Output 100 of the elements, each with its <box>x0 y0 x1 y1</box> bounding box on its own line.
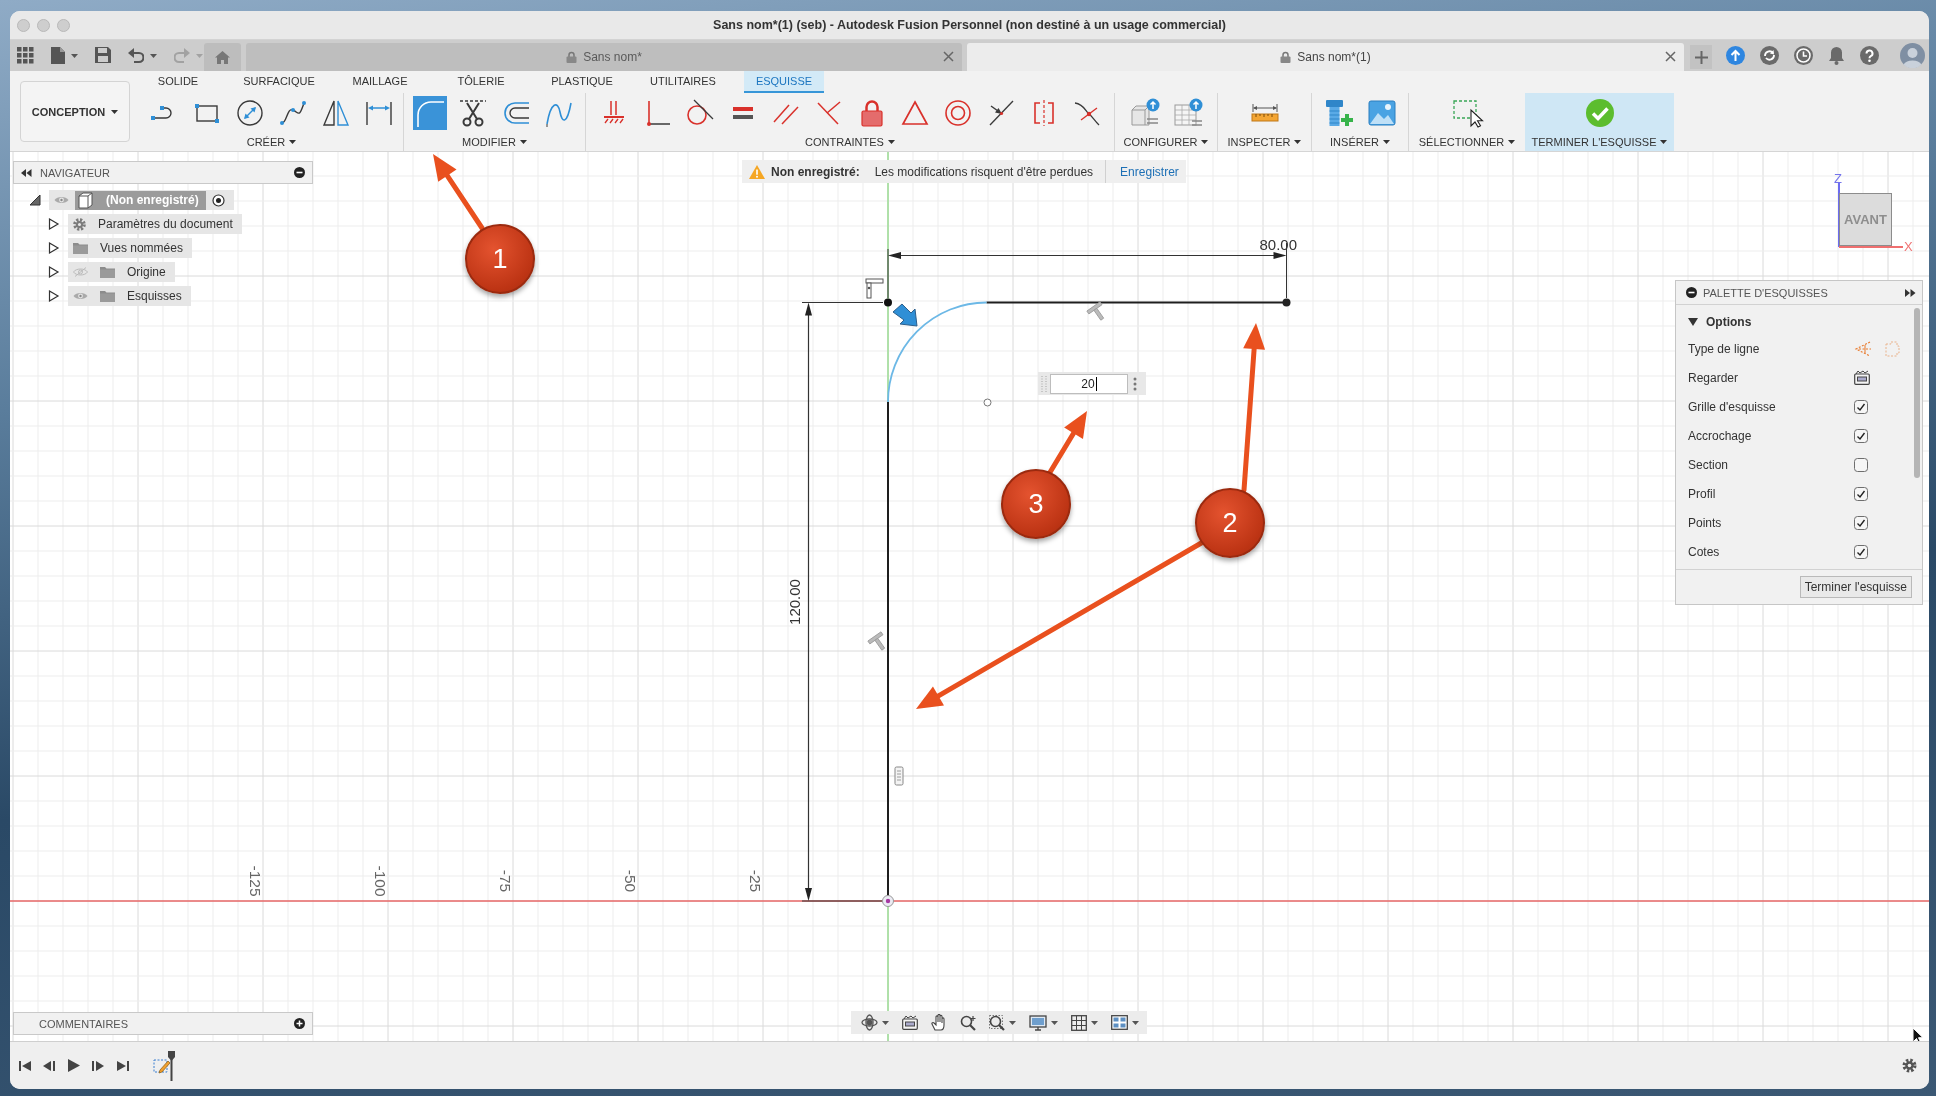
collapsed-triangle-icon[interactable] <box>48 266 60 278</box>
close-icon[interactable] <box>943 51 954 62</box>
collapsed-triangle-icon[interactable] <box>48 242 60 254</box>
grid-icon[interactable] <box>17 47 34 64</box>
dimension-value[interactable]: 120.00 <box>785 579 803 625</box>
new-tab-button[interactable] <box>1690 45 1712 69</box>
minus-circle-icon[interactable] <box>294 167 305 178</box>
play-icon[interactable] <box>68 1059 80 1072</box>
tool-group-menu[interactable]: SÉLECTIONNER <box>1418 132 1516 151</box>
caret-icon[interactable] <box>1132 1020 1139 1025</box>
checked-checkbox-icon[interactable] <box>1854 544 1868 559</box>
settings-icon[interactable] <box>1902 1058 1917 1073</box>
toolbar-tab[interactable]: UTILITAIRES <box>643 71 723 93</box>
undo-icon[interactable] <box>128 47 144 64</box>
caret-icon[interactable] <box>1294 139 1302 144</box>
caret-icon[interactable] <box>1091 1020 1098 1025</box>
folder-icon <box>73 242 88 254</box>
component-box-icon <box>78 191 93 209</box>
arc-center-point[interactable] <box>983 398 992 407</box>
step-back-icon[interactable] <box>43 1059 56 1072</box>
tree-item[interactable]: Origine <box>68 262 175 282</box>
toolbar-tab[interactable]: MAILLAGE <box>340 71 420 93</box>
tool-group-menu[interactable]: CONFIGURER <box>1123 132 1209 151</box>
caret-icon[interactable] <box>1508 139 1516 144</box>
caret-icon[interactable] <box>887 139 895 144</box>
caret-icon[interactable] <box>882 1020 889 1025</box>
collapsed-triangle-icon[interactable] <box>48 218 60 230</box>
collapsed-triangle-icon[interactable] <box>48 290 60 302</box>
origin-point[interactable] <box>882 895 894 907</box>
tree-item[interactable]: Esquisses <box>68 286 191 306</box>
drag-arrow-icon[interactable] <box>892 303 918 327</box>
section-toggle[interactable]: Options <box>1676 309 1912 334</box>
tool-group-menu[interactable]: CONTRAINTES <box>805 132 895 151</box>
look-at-icon[interactable] <box>902 1015 918 1030</box>
sync-icon[interactable] <box>1760 46 1779 65</box>
axis-tick-label: -50 <box>621 869 639 893</box>
tool-group-menu[interactable]: MODIFIER <box>462 132 527 151</box>
tool-group-menu[interactable]: INSÉRER <box>1330 132 1390 151</box>
caret-icon[interactable] <box>1051 1020 1058 1025</box>
caret-icon[interactable] <box>1009 1020 1016 1025</box>
expanded-triangle-icon[interactable] <box>29 194 41 206</box>
display-icon[interactable] <box>1029 1014 1047 1031</box>
skip-to-start-icon[interactable] <box>19 1059 31 1072</box>
clock-icon[interactable] <box>1794 46 1813 65</box>
skip-to-end-icon[interactable] <box>117 1059 129 1072</box>
toolbar-tab[interactable]: SURFACIQUE <box>239 71 319 93</box>
close-icon[interactable] <box>1665 51 1676 62</box>
expand-arrows-icon[interactable] <box>1905 288 1916 297</box>
grip-icon[interactable] <box>1040 374 1048 393</box>
sketch-point[interactable] <box>1282 298 1291 307</box>
warning-icon <box>749 164 765 179</box>
toolbar-tab[interactable]: PLASTIQUE <box>542 71 622 93</box>
tree-item[interactable]: Paramètres du document <box>68 214 242 234</box>
caret-icon[interactable] <box>519 139 527 144</box>
toolbar-tab[interactable]: ESQUISSE <box>744 71 824 93</box>
fillet-icon[interactable] <box>413 95 447 130</box>
toolbar-tab[interactable]: SOLIDE <box>138 71 218 93</box>
workspace-menu-button[interactable]: CONCEPTION <box>20 81 130 142</box>
tool-group-menu[interactable]: CRÉER <box>246 132 297 151</box>
radio-selected-icon[interactable] <box>211 193 225 207</box>
timeline-marker-icon[interactable] <box>168 1050 175 1081</box>
checked-checkbox-icon[interactable] <box>1854 486 1868 501</box>
checked-checkbox-icon[interactable] <box>1854 428 1868 443</box>
caret-icon[interactable] <box>1382 139 1390 144</box>
minus-circle-icon[interactable] <box>1686 287 1697 298</box>
dimension-value[interactable]: 80.00 <box>1259 236 1297 253</box>
caret-icon[interactable] <box>289 139 297 144</box>
scrollbar-thumb[interactable] <box>1914 308 1920 478</box>
zoom-icon[interactable] <box>960 1014 976 1031</box>
document-tab[interactable]: Sans nom*(1) <box>967 43 1684 71</box>
caret-icon[interactable] <box>111 109 119 114</box>
document-tab[interactable]: Sans nom* <box>246 43 962 71</box>
save-link[interactable]: Enregistrer <box>1105 160 1186 183</box>
collapse-arrows-icon[interactable] <box>21 168 32 177</box>
look-at-icon[interactable] <box>1854 370 1870 385</box>
caret-icon[interactable] <box>1660 139 1668 144</box>
option-label: Profil <box>1688 486 1717 501</box>
checked-checkbox-icon[interactable] <box>1854 399 1868 414</box>
grid-icon[interactable] <box>1071 1014 1087 1031</box>
viewports-icon[interactable] <box>1111 1015 1128 1030</box>
checkbox-icon[interactable] <box>1854 457 1868 472</box>
document-icon[interactable] <box>51 47 65 64</box>
toolbar-tab[interactable]: TÔLERIE <box>441 71 521 93</box>
zoom-window-icon[interactable] <box>989 1014 1005 1031</box>
checked-checkbox-icon[interactable] <box>1854 515 1868 530</box>
help-icon[interactable] <box>1860 46 1879 65</box>
radius-input[interactable]: 20 <box>1050 373 1128 394</box>
bell-icon[interactable] <box>1828 46 1845 65</box>
tree-item[interactable]: Vues nommées <box>68 238 192 258</box>
sketch-point[interactable] <box>884 298 892 307</box>
step-forward-icon[interactable] <box>92 1059 105 1072</box>
finish-sketch-button[interactable]: Terminer l'esquisse <box>1799 576 1912 598</box>
upload-icon[interactable] <box>1726 46 1745 65</box>
hand-icon[interactable] <box>931 1014 947 1031</box>
expanded-triangle-icon[interactable] <box>1688 317 1698 326</box>
tool-group-menu[interactable]: INSPECTER <box>1227 132 1302 151</box>
sketch-feature-icon[interactable] <box>153 1057 170 1074</box>
caret-icon[interactable] <box>1201 139 1209 144</box>
orbit-icon[interactable] <box>861 1014 878 1031</box>
plus-circle-icon[interactable] <box>294 1018 305 1029</box>
